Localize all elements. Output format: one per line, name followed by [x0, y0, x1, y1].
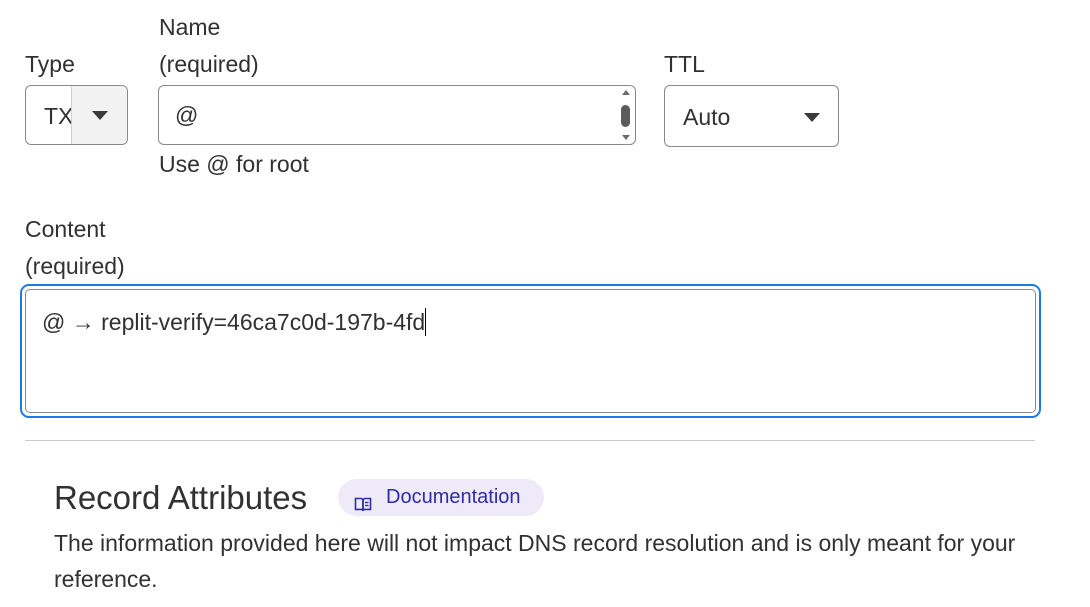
section-divider	[25, 440, 1035, 441]
content-textarea-focus-ring: @ → replit-verify=46ca7c0d-197b-4fd	[20, 284, 1041, 418]
content-label-required: (required)	[25, 253, 125, 279]
record-attributes-description: The information provided here will not i…	[54, 530, 1016, 592]
name-label-text: Name	[159, 14, 221, 40]
text-cursor	[425, 308, 427, 336]
ttl-select[interactable]: Auto	[664, 85, 839, 147]
type-dropdown-button[interactable]	[71, 86, 127, 144]
content-label-text: Content	[25, 216, 106, 242]
content-label: Content (required)	[25, 211, 125, 285]
ttl-label: TTL	[664, 51, 705, 77]
name-input[interactable]: @	[158, 85, 636, 145]
documentation-link-label: Documentation	[386, 486, 521, 508]
caret-down-icon	[92, 111, 108, 120]
name-label-required: (required)	[159, 51, 259, 77]
scroll-up-arrow-icon[interactable]	[622, 90, 630, 95]
ttl-value: Auto	[683, 104, 731, 130]
record-attributes-heading: Record Attributes	[54, 479, 308, 516]
name-value: @	[175, 102, 199, 128]
type-select[interactable]: TXT	[25, 85, 128, 145]
content-value: @ → replit-verify=46ca7c0d-197b-4fd	[42, 307, 427, 337]
type-value: TXT	[44, 103, 74, 129]
content-textarea[interactable]: @ → replit-verify=46ca7c0d-197b-4fd	[25, 289, 1036, 413]
name-help-text: Use @ for root	[159, 151, 309, 177]
name-input-scrollbar[interactable]	[617, 86, 635, 144]
type-label: Type	[25, 51, 75, 77]
scroll-thumb[interactable]	[621, 105, 630, 127]
documentation-link[interactable]: Documentation	[338, 479, 544, 516]
scroll-down-arrow-icon[interactable]	[622, 135, 630, 140]
name-label: Name (required)	[159, 9, 259, 83]
book-icon	[354, 489, 372, 526]
content-text: @ → replit-verify=46ca7c0d-197b-4fd	[42, 309, 426, 335]
caret-down-icon	[804, 113, 820, 122]
